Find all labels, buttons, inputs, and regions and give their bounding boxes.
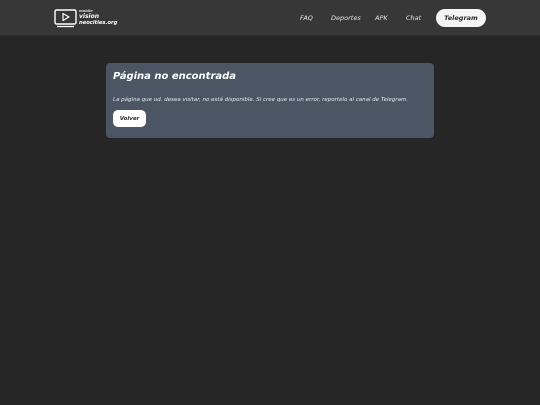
top-navbar: mobile vision neocities.org FAQ Deportes… (0, 0, 540, 36)
nav-link-faq[interactable]: FAQ (300, 14, 313, 22)
nav-link-chat[interactable]: Chat (406, 14, 421, 22)
error-message: La página que ud. desea visitar, no está… (113, 97, 409, 103)
logo-line-3: neocities.org (79, 20, 118, 27)
telegram-button[interactable]: Telegram (436, 9, 486, 27)
site-logo[interactable]: mobile vision neocities.org (54, 7, 118, 29)
back-button[interactable]: Volver (113, 110, 146, 127)
page-title: Página no encontrada (113, 71, 237, 82)
logo-wordmark: mobile vision neocities.org (79, 9, 118, 27)
nav-link-deportes[interactable]: Deportes (331, 14, 361, 22)
tv-play-icon (54, 8, 77, 28)
not-found-card: Página no encontrada La página que ud. d… (106, 63, 434, 138)
nav-link-apk[interactable]: APK (375, 14, 388, 22)
